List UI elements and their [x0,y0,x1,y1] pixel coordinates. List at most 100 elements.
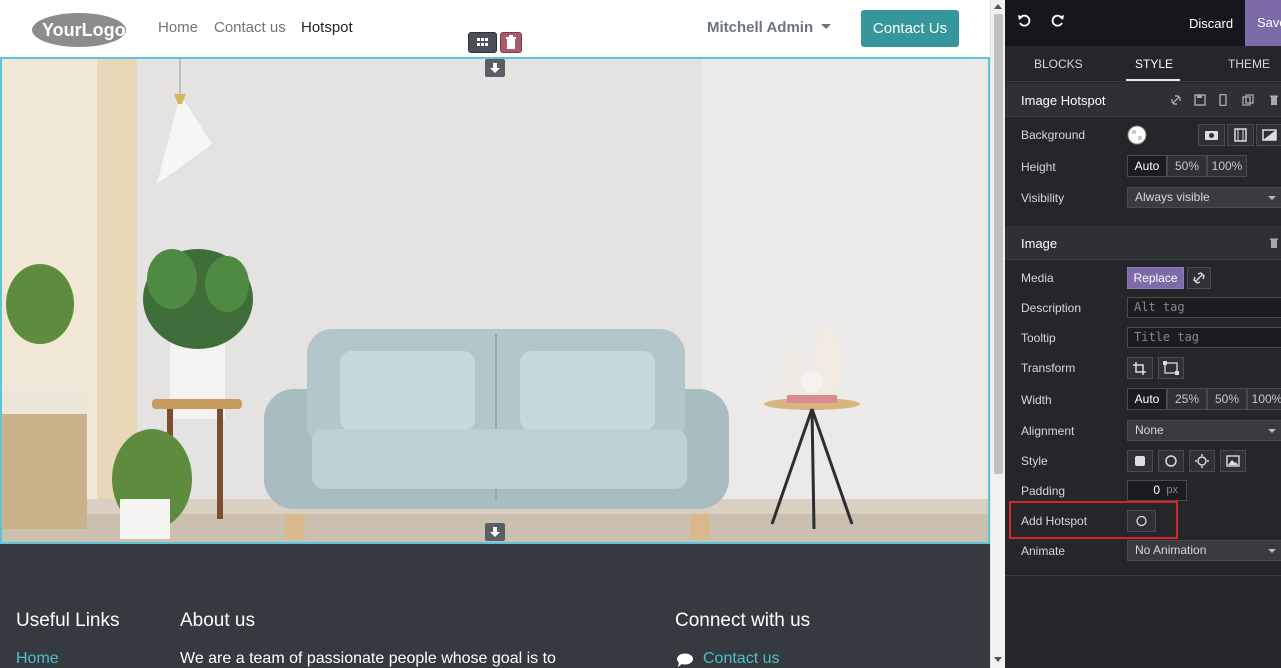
height-label: Height [1021,160,1056,174]
style-thumbnail-button[interactable] [1220,450,1246,472]
duplicate-icon[interactable] [1242,94,1254,106]
replace-media-button[interactable]: Replace [1127,267,1184,289]
alignment-select[interactable]: None [1127,420,1281,441]
redo-icon[interactable] [1051,14,1065,28]
scrollbar-thumb[interactable] [994,14,1003,474]
add-hotspot-label: Add Hotspot [1021,514,1088,528]
alignment-label: Alignment [1021,424,1075,438]
padding-input[interactable]: 0 px [1127,480,1187,501]
user-menu[interactable]: Mitchell Admin [707,19,832,36]
undo-icon[interactable] [1017,14,1031,28]
editor-panel: Discard Save BLOCKS STYLE THEME Image Ho… [1005,0,1281,668]
animate-select[interactable]: No Animation [1127,540,1281,561]
style-rounded-button[interactable] [1127,450,1153,472]
media-link-button[interactable] [1187,267,1211,289]
resize-handle-bottom[interactable] [485,523,505,541]
style-shadow-button[interactable] [1189,450,1215,472]
scroll-up-icon[interactable] [994,4,1002,9]
style-circle-button[interactable] [1158,450,1184,472]
nav-link-home[interactable]: Home [158,19,198,36]
save-snippet-icon[interactable] [1194,94,1206,106]
padding-value: 0 [1153,483,1160,497]
site-logo[interactable]: YourLogo [31,12,127,48]
camera-icon [1205,131,1218,140]
tooltip-label: Tooltip [1021,331,1056,345]
resize-handle-top[interactable] [485,59,505,77]
background-label: Background [1021,128,1086,142]
editor-tabs: BLOCKS STYLE THEME [1005,46,1281,82]
background-image-button[interactable] [1198,124,1225,146]
tab-blocks[interactable]: BLOCKS [1034,57,1083,71]
height-100-option[interactable]: 100% [1207,155,1247,177]
tab-style[interactable]: STYLE [1135,57,1173,71]
footer-heading-connect: Connect with us [675,610,811,631]
section-image-hotspot: Image Hotspot [1005,83,1281,117]
snippet-move-handle[interactable] [468,32,497,53]
website-preview: YourLogo Home Contact us Hotspot Mitchel… [0,0,990,668]
nav-link-contact[interactable]: Contact us [214,19,286,36]
height-auto-option[interactable]: Auto [1127,155,1167,177]
film-icon [1234,128,1247,142]
scroll-down-icon[interactable] [994,657,1002,662]
snippet-delete-button[interactable] [500,32,522,53]
tooltip-input[interactable]: Title tag [1127,327,1281,348]
crop-icon [1133,362,1146,375]
description-label: Description [1021,301,1082,315]
media-label: Media [1021,271,1054,285]
link-icon[interactable] [1170,94,1182,106]
mobile-icon[interactable] [1217,94,1229,106]
nav-link-hotspot[interactable]: Hotspot [301,19,353,36]
chat-icon [677,653,693,667]
background-video-button[interactable] [1227,124,1254,146]
transform-icon [1163,361,1179,375]
image-hotspot-snippet[interactable] [0,57,990,544]
width-100-option[interactable]: 100% [1247,388,1281,410]
link-icon [1193,272,1205,284]
sun-icon [1195,454,1209,468]
section-title-image: Image [1021,236,1058,251]
description-input[interactable]: Alt tag [1127,297,1281,318]
width-label: Width [1021,393,1052,407]
tab-theme[interactable]: THEME [1228,57,1270,71]
trash-icon[interactable] [1268,94,1280,106]
chevron-down-icon [821,23,832,29]
footer-link-contact[interactable]: Contact us [703,650,779,668]
background-gradient-button[interactable] [1256,124,1281,146]
logo-text: YourLogo [42,20,126,40]
editor-toolbar: Discard Save [1005,0,1281,46]
footer-link-home[interactable]: Home [16,650,59,668]
section-divider [1005,575,1281,576]
site-footer: Useful Links Home About us We are a team… [0,544,990,668]
add-hotspot-button[interactable] [1127,510,1156,532]
arrow-down-icon [490,63,500,73]
contact-us-button[interactable]: Contact Us [861,10,959,47]
width-auto-option[interactable]: Auto [1127,388,1167,410]
save-button[interactable]: Save [1245,0,1281,46]
width-50-option[interactable]: 50% [1207,388,1247,410]
visibility-label: Visibility [1021,191,1065,205]
background-color-picker[interactable] [1127,125,1147,145]
image-icon [1226,455,1240,467]
gradient-icon [1262,129,1277,141]
height-50-option[interactable]: 50% [1167,155,1207,177]
width-25-option[interactable]: 25% [1167,388,1207,410]
discard-button[interactable]: Discard [1189,16,1233,31]
style-label: Style [1021,454,1048,468]
page-scrollbar[interactable] [990,0,1005,668]
crop-button[interactable] [1127,357,1153,379]
alignment-value: None [1135,423,1164,437]
transform-button[interactable] [1158,357,1184,379]
footer-heading-useful-links: Useful Links [16,610,120,631]
visibility-value: Always visible [1135,190,1210,204]
trash-icon [506,35,516,49]
footer-heading-about: About us [180,610,255,631]
grip-icon [477,38,488,46]
section-title-image-hotspot: Image Hotspot [1021,93,1106,108]
chevron-down-icon [1268,429,1276,433]
trash-icon[interactable] [1268,237,1280,249]
footer-about-text: We are a team of passionate people whose… [180,650,556,667]
square-icon [1135,456,1145,466]
animate-label: Animate [1021,544,1066,558]
padding-label: Padding [1021,484,1066,498]
visibility-select[interactable]: Always visible [1127,187,1281,208]
